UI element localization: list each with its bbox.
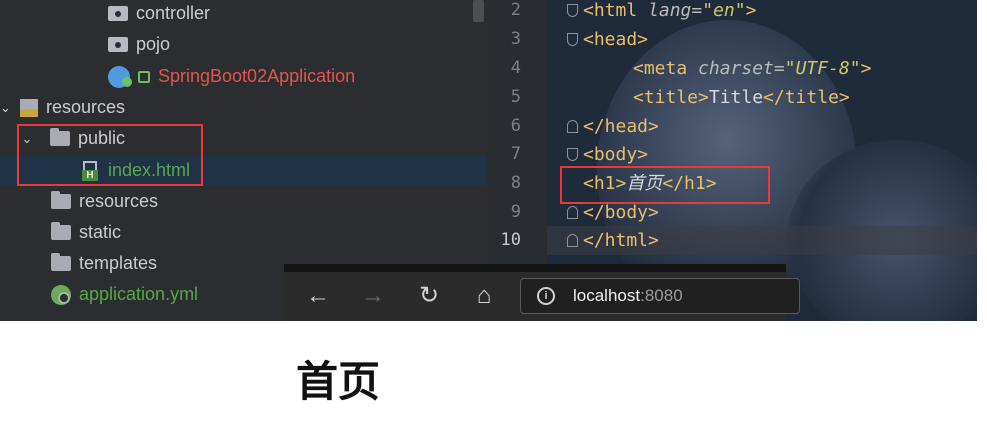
fold-marker-icon[interactable] xyxy=(567,120,578,133)
fold-marker-icon[interactable] xyxy=(567,148,578,161)
browser-toolbar: ← → ↻ ⌂ i localhost :8080 xyxy=(284,264,800,321)
url-host: localhost xyxy=(573,286,641,305)
line-number: 7 xyxy=(510,144,521,164)
folder-icon xyxy=(51,253,71,271)
tree-item-label: resources xyxy=(79,191,159,211)
package-folder-icon xyxy=(108,6,128,21)
tree-item-label: controller xyxy=(136,3,211,23)
tree-item-resources[interactable]: ⌄ resources xyxy=(0,92,487,123)
line-number: 6 xyxy=(510,116,521,136)
package-folder-icon xyxy=(108,37,128,52)
line-number: 4 xyxy=(510,58,521,78)
url-port: :8080 xyxy=(640,286,683,305)
expand-arrow-icon[interactable]: ⌄ xyxy=(0,100,11,116)
folder-icon xyxy=(51,191,71,209)
tree-item-pojo[interactable]: pojo xyxy=(0,29,487,60)
code-line-4: <meta charset="UTF-8"> xyxy=(633,58,872,79)
line-number: 3 xyxy=(510,29,521,49)
yml-file-icon xyxy=(51,284,71,305)
back-arrow-icon[interactable]: ← xyxy=(302,280,334,312)
code-line-5: <title>Title</title> xyxy=(633,87,850,108)
spring-boot-class-icon xyxy=(108,65,132,88)
rendered-page-heading: 首页 xyxy=(296,357,381,406)
folder-icon xyxy=(51,222,71,240)
tree-item-label: templates xyxy=(79,253,158,273)
code-line-6: </head> xyxy=(583,116,659,137)
line-number: 9 xyxy=(510,202,521,222)
tree-item-static[interactable]: static xyxy=(0,217,487,248)
highlight-box-public-folder xyxy=(17,124,203,186)
forward-arrow-icon[interactable]: → xyxy=(357,280,389,312)
tree-item-label: SpringBoot02Application xyxy=(158,66,356,86)
home-icon[interactable]: ⌂ xyxy=(468,280,500,312)
tree-item-label: static xyxy=(79,222,122,242)
line-number-current: 10 xyxy=(500,230,521,250)
code-line-2: <html lang="en"> xyxy=(583,0,757,21)
lock-icon xyxy=(138,70,150,83)
tree-item-springboot02application[interactable]: SpringBoot02Application xyxy=(0,61,487,92)
tree-item-label: resources xyxy=(46,97,126,117)
line-number: 5 xyxy=(510,87,521,107)
site-info-icon[interactable]: i xyxy=(537,287,555,305)
tree-item-label: application.yml xyxy=(79,284,199,304)
address-bar[interactable]: i localhost :8080 xyxy=(520,278,800,314)
line-number: 8 xyxy=(510,173,521,193)
resources-folder-icon xyxy=(20,98,38,117)
fold-marker-icon[interactable] xyxy=(567,4,578,17)
code-line-7: <body> xyxy=(583,144,649,165)
tree-item-resources-sub[interactable]: resources xyxy=(0,186,487,217)
fold-marker-icon[interactable] xyxy=(567,234,578,247)
fold-marker-icon[interactable] xyxy=(567,33,578,46)
fold-marker-icon[interactable] xyxy=(567,206,578,219)
code-line-3: <head> xyxy=(583,29,649,50)
highlight-box-h1-code xyxy=(560,166,770,204)
line-number: 2 xyxy=(510,0,521,20)
code-line-10: </html> xyxy=(583,230,659,251)
tree-item-controller[interactable]: controller xyxy=(0,0,487,29)
refresh-icon[interactable]: ↻ xyxy=(413,280,445,312)
tree-item-label: pojo xyxy=(136,34,171,54)
